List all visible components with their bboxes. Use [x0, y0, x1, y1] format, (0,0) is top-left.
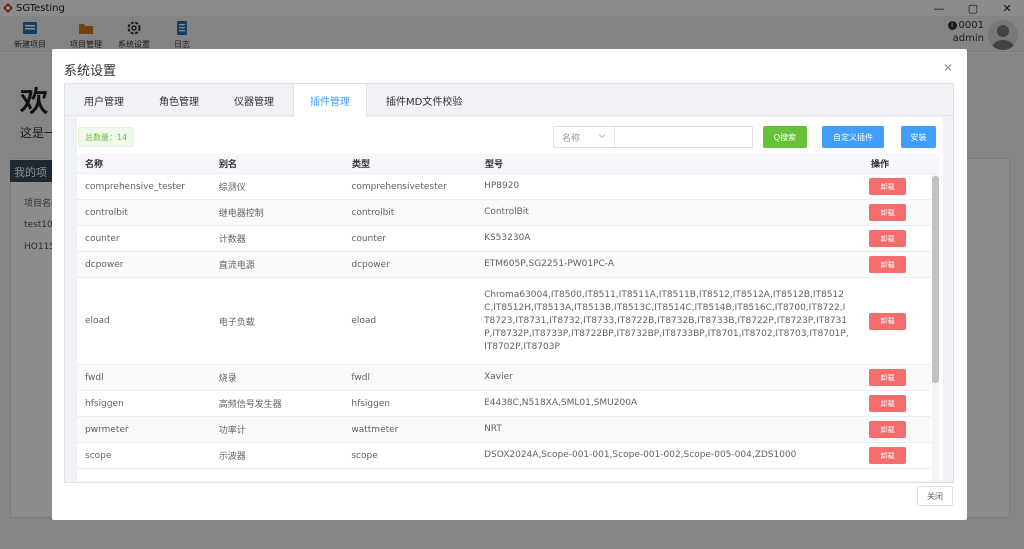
cell-type: hfsiggen	[351, 398, 391, 409]
total-count-badge: 总数量：14	[78, 127, 135, 147]
cell-name: comprehensive_tester	[85, 181, 185, 192]
cell-action: 卸载	[861, 365, 931, 390]
search-field-select[interactable]: 名称	[553, 126, 615, 148]
dialog-title: 系统设置	[64, 64, 117, 79]
cell-alias: 高频信号发生器	[218, 400, 282, 410]
uninstall-button[interactable]: 卸载	[869, 369, 907, 386]
cell-type: controlbit	[351, 207, 395, 218]
tab-plugin-md-verification[interactable]: 插件MD文件校验	[370, 84, 478, 116]
cell-alias: 直流电源	[218, 261, 255, 271]
table-row: pwrmeter 功率计 wattmeter NRT 卸载	[77, 417, 931, 443]
table-scrollbar[interactable]	[932, 174, 939, 481]
cell-action: 卸载	[861, 391, 931, 416]
cell-model: DSOX2024A,Scope-001-001,Scope-001-002,Sc…	[484, 450, 797, 460]
cell-name: scope	[85, 450, 112, 461]
cell-alias: 示波器	[218, 452, 246, 462]
cell-model: KS53230A	[484, 233, 531, 243]
search-field-value: 名称	[562, 133, 581, 144]
column-header-action: 操作	[871, 160, 890, 170]
cell-type: counter	[351, 233, 387, 244]
cell-action: 卸载	[861, 174, 931, 199]
cell-alias: 功率计	[218, 426, 246, 436]
cell-model: HP8920	[484, 181, 520, 191]
system-settings-dialog: 系统设置 ✕ 用户管理 角色管理 仪器管理 插件管理 插件MD文件校验 总数量：…	[52, 49, 967, 520]
column-header-name: 名称	[85, 160, 104, 170]
uninstall-button[interactable]: 卸载	[869, 178, 907, 195]
table-row: counter 计数器 counter KS53230A 卸载	[77, 226, 931, 252]
settings-tabs: 用户管理 角色管理 仪器管理 插件管理 插件MD文件校验	[65, 84, 953, 117]
scrollbar-thumb[interactable]	[932, 176, 939, 383]
search-input[interactable]	[614, 126, 753, 148]
cell-name: fwdl	[85, 372, 104, 383]
table-row: eload 电子负载 eload Chroma63004,IT8500,IT8511,…	[77, 278, 931, 365]
cell-alias: 综测仪	[218, 183, 246, 193]
cell-name: eload	[85, 316, 110, 326]
uninstall-button[interactable]: 卸载	[869, 421, 907, 438]
cell-model: Chroma63004,IT8500,IT8511,IT8511A,IT8511…	[484, 289, 849, 352]
cell-action: 卸载	[861, 252, 931, 277]
tab-plugin-management[interactable]: 插件管理	[293, 84, 367, 117]
plugin-management-panel: 总数量：14 名称 Q搜索 自定义插件 安装 名称 别名 类型 型号 操作 co…	[77, 117, 943, 481]
cell-name: hfsiggen	[85, 398, 124, 409]
column-header-model: 型号	[485, 160, 504, 170]
chevron-down-icon	[598, 132, 606, 143]
cell-name: pwrmeter	[85, 424, 129, 435]
column-header-alias: 别名	[219, 160, 238, 170]
close-icon[interactable]: ✕	[943, 61, 953, 75]
cell-name: counter	[85, 233, 120, 244]
cell-model: ETM605P,SG2251-PW01PC-A	[484, 259, 615, 269]
cell-action: 卸载	[861, 278, 931, 364]
cell-type: dcpower	[351, 259, 390, 270]
cell-type: comprehensivetester	[351, 181, 447, 192]
cell-model: NRT	[484, 424, 502, 434]
tab-user-management[interactable]: 用户管理	[68, 84, 140, 116]
cell-name: dcpower	[85, 259, 124, 270]
dialog-body: 用户管理 角色管理 仪器管理 插件管理 插件MD文件校验 总数量：14 名称 Q…	[64, 83, 954, 483]
dialog-close-button[interactable]: 关闭	[917, 486, 953, 506]
table-row: fwdl 烧录 fwdl Xavier 卸载	[77, 365, 931, 391]
uninstall-button[interactable]: 卸载	[869, 256, 907, 273]
cell-type: eload	[351, 316, 377, 326]
cell-type: scope	[351, 450, 378, 461]
search-button[interactable]: Q搜索	[763, 126, 807, 148]
cell-alias: 继电器控制	[218, 209, 264, 219]
uninstall-button[interactable]: 卸载	[869, 312, 907, 330]
cell-alias: 电子负载	[218, 317, 255, 328]
table-row: controlbit 继电器控制 controlbit ControlBit 卸载	[77, 200, 931, 226]
install-button[interactable]: 安装	[901, 126, 936, 148]
cell-alias: 烧录	[218, 374, 237, 384]
tab-instrument-management[interactable]: 仪器管理	[218, 84, 290, 116]
tab-role-management[interactable]: 角色管理	[143, 84, 215, 116]
cell-action: 卸载	[861, 200, 931, 225]
plugin-table: 名称 别名 类型 型号 操作 comprehensive_tester 综测仪 co…	[77, 154, 939, 481]
cell-action: 卸载	[861, 417, 931, 442]
cell-action: 卸载	[861, 443, 931, 468]
cell-model: ControlBit	[484, 207, 529, 217]
cell-model: E4438C,N518XA,SML01,SMU200A	[484, 398, 638, 408]
table-header: 名称 别名 类型 型号 操作	[77, 154, 939, 174]
uninstall-button[interactable]: 卸载	[869, 447, 907, 464]
cell-action: 卸载	[861, 226, 931, 251]
cell-type: wattmeter	[351, 424, 399, 435]
column-header-type: 类型	[352, 160, 371, 170]
custom-plugin-button[interactable]: 自定义插件	[822, 126, 884, 148]
cell-name: controlbit	[85, 207, 128, 218]
uninstall-button[interactable]: 卸载	[869, 204, 907, 221]
table-row: comprehensive_tester 综测仪 comprehensivetest…	[77, 174, 931, 200]
cell-model: Xavier	[484, 372, 513, 382]
uninstall-button[interactable]: 卸载	[869, 395, 907, 412]
table-row: dcpower 直流电源 dcpower ETM605P,SG2251-PW01PC-…	[77, 252, 931, 278]
uninstall-button[interactable]: 卸载	[869, 230, 907, 247]
table-row: hfsiggen 高频信号发生器 hfsiggen E4438C,N518XA,SML…	[77, 391, 931, 417]
cell-type: fwdl	[351, 372, 370, 383]
cell-alias: 计数器	[218, 235, 246, 245]
table-row: scope 示波器 scope DSOX2024A,Scope-001-001,Sco…	[77, 443, 931, 469]
